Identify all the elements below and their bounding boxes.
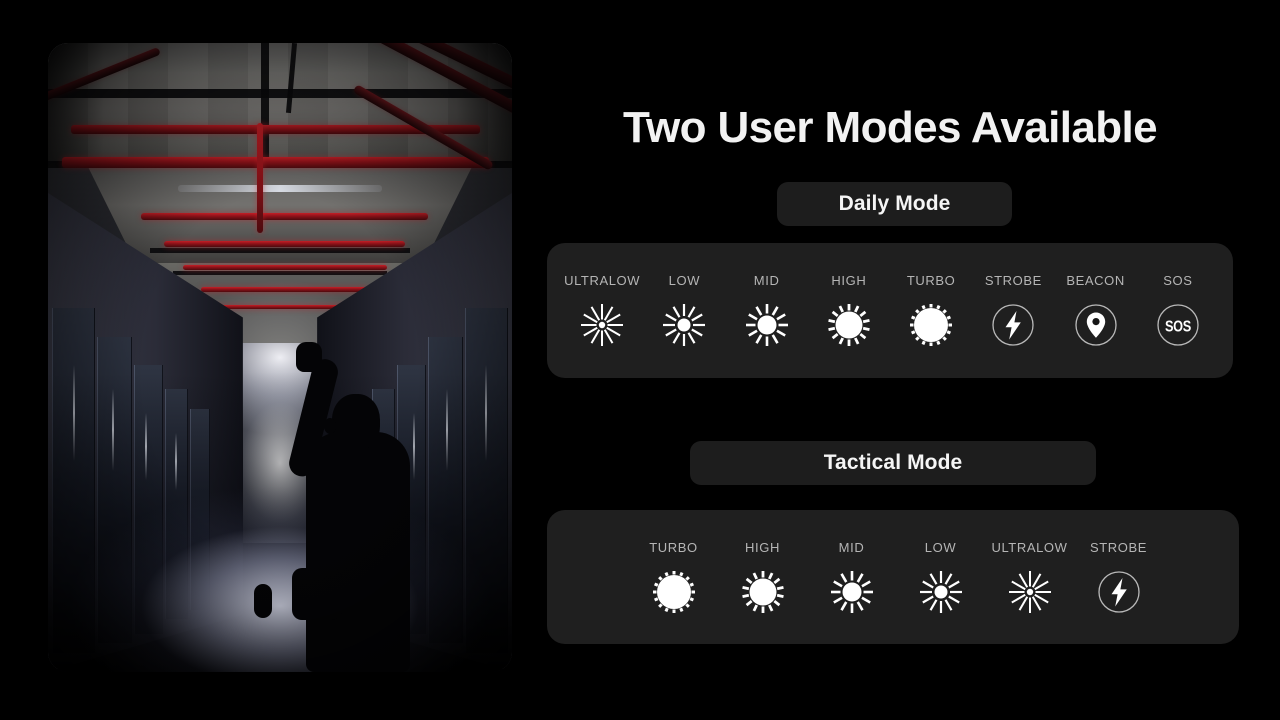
svg-text:SOS: SOS <box>1165 318 1192 336</box>
mode-label: LOW <box>668 273 701 288</box>
sunburst-ultralow-icon <box>579 302 625 348</box>
mode-label: HIGH <box>831 273 867 288</box>
mode-cell-sos[interactable]: SOS SOS <box>1137 273 1219 348</box>
mode-cell-high[interactable]: HIGH <box>808 273 890 348</box>
mode-label: STROBE <box>1089 539 1148 555</box>
mode-label: SOS <box>1163 273 1193 288</box>
mode-cell-mid[interactable]: MID <box>726 273 808 348</box>
mode-label: MID <box>753 273 780 288</box>
mode-cell-beacon[interactable]: BEACON <box>1055 273 1137 348</box>
mode-cell-low[interactable]: LOW <box>643 273 725 348</box>
mode-label: MID <box>838 539 865 555</box>
mode-label: TURBO <box>906 273 956 288</box>
mode-label: STROBE <box>984 273 1042 288</box>
sos-icon: SOS <box>1155 302 1201 348</box>
tactical-mode-panel: TURBO HIGH MID LOW ULTRALOW STROBE <box>547 510 1239 644</box>
mode-cell-mid[interactable]: MID <box>807 540 896 615</box>
mode-label: LOW <box>924 539 957 555</box>
sunburst-high-icon <box>826 302 872 348</box>
tactical-mode-list: TURBO HIGH MID LOW ULTRALOW STROBE <box>547 510 1239 644</box>
daily-mode-list: ULTRALOW LOW MID HIGH TURBO STROBE BEACON SOS SO… <box>547 243 1233 378</box>
sunburst-turbo-icon <box>651 569 697 615</box>
sunburst-turbo-icon <box>908 302 954 348</box>
tactical-mode-button[interactable]: Tactical Mode <box>690 441 1096 485</box>
sunburst-low-icon <box>918 569 964 615</box>
mode-cell-ultralow[interactable]: ULTRALOW <box>561 273 643 348</box>
mode-cell-low[interactable]: LOW <box>896 540 985 615</box>
mode-label: ULTRALOW <box>564 273 641 288</box>
location-pin-icon <box>1073 302 1119 348</box>
sunburst-mid-icon <box>744 302 790 348</box>
daily-mode-button-label: Daily Mode <box>838 192 951 215</box>
sunburst-low-icon <box>661 302 707 348</box>
modes-content: Two User Modes Available Daily Mode ULTR… <box>540 0 1280 720</box>
mode-label: ULTRALOW <box>991 539 1068 555</box>
mode-cell-strobe[interactable]: STROBE <box>972 273 1054 348</box>
mode-cell-turbo[interactable]: TURBO <box>629 540 718 615</box>
mode-cell-strobe[interactable]: STROBE <box>1074 540 1163 615</box>
lightning-bolt-icon <box>990 302 1036 348</box>
mode-cell-high[interactable]: HIGH <box>718 540 807 615</box>
photo-vignette <box>48 43 512 672</box>
daily-mode-button[interactable]: Daily Mode <box>777 182 1012 226</box>
mode-label: HIGH <box>745 539 780 555</box>
mode-label: BEACON <box>1066 273 1125 288</box>
tactical-mode-button-label: Tactical Mode <box>823 451 963 474</box>
sunburst-high-icon <box>740 569 786 615</box>
mode-label: TURBO <box>649 539 698 555</box>
mode-cell-ultralow[interactable]: ULTRALOW <box>985 540 1074 615</box>
sunburst-ultralow-icon <box>1007 569 1053 615</box>
flashlight-corridor-photo <box>48 43 512 672</box>
page-root: Two User Modes Available Daily Mode ULTR… <box>0 0 1280 720</box>
sunburst-mid-icon <box>829 569 875 615</box>
mode-cell-turbo[interactable]: TURBO <box>890 273 972 348</box>
daily-mode-panel: ULTRALOW LOW MID HIGH TURBO STROBE BEACON SOS SO… <box>547 243 1233 378</box>
page-title: Two User Modes Available <box>622 103 1158 152</box>
lightning-bolt-icon <box>1096 569 1142 615</box>
